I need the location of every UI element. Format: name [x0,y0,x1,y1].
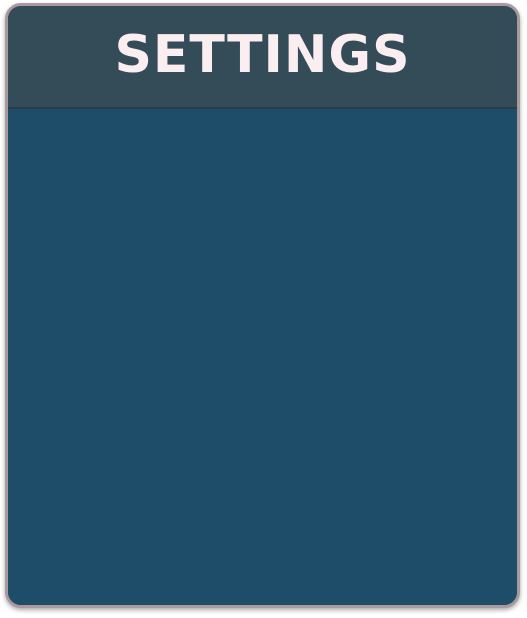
settings-panel: SETTINGS [5,3,520,608]
settings-title: SETTINGS [114,24,411,85]
settings-body [8,109,517,605]
settings-header: SETTINGS [8,6,517,109]
